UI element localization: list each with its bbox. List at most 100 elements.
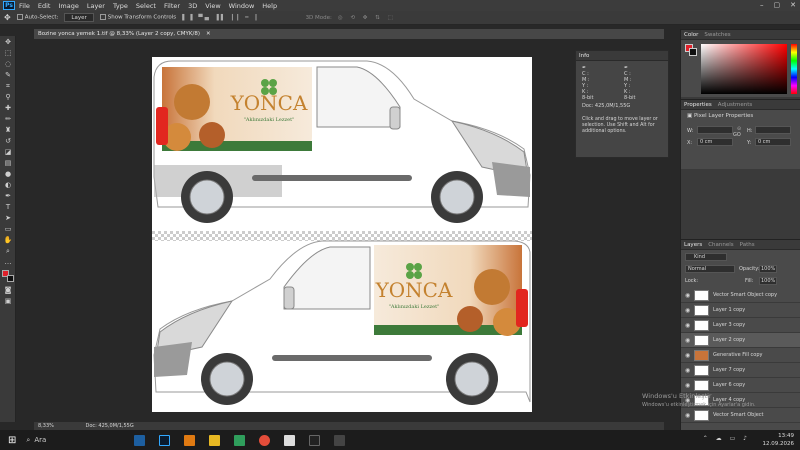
photoshop-taskbar-icon[interactable] <box>159 434 171 446</box>
layer-row[interactable]: ◉ Vector Smart Object copy <box>681 288 800 303</box>
app3-taskbar-icon[interactable] <box>309 434 321 446</box>
eye-icon[interactable]: ◉ <box>685 348 690 363</box>
tab-swatches[interactable]: Swatches <box>704 30 730 39</box>
marquee-tool-icon[interactable]: ⬚ <box>3 49 13 58</box>
eye-icon[interactable]: ◉ <box>685 363 690 378</box>
height-field[interactable] <box>755 126 791 134</box>
shape-tool-icon[interactable]: ▭ <box>3 225 13 234</box>
menu-help[interactable]: Help <box>262 2 277 10</box>
eye-icon[interactable]: ◉ <box>685 333 690 348</box>
auto-select-checkbox[interactable]: Auto-Select: <box>16 14 58 21</box>
taskview-icon[interactable] <box>134 434 146 446</box>
layer-row[interactable]: ◉ Layer 1 copy <box>681 303 800 318</box>
menu-select[interactable]: Select <box>136 2 156 10</box>
layer-row[interactable]: ◉ Generative Fill copy <box>681 348 800 363</box>
bg-color-chip[interactable] <box>689 48 697 56</box>
menu-file[interactable]: File <box>19 2 30 10</box>
eye-icon[interactable]: ◉ <box>685 408 690 423</box>
menu-3d[interactable]: 3D <box>188 2 197 10</box>
align-icons[interactable]: ▌▐ ▀▄ ▐▌ ┃┃ ═ ║ <box>182 15 259 21</box>
show-transform-checkbox[interactable]: Show Transform Controls <box>99 14 176 21</box>
clock-time[interactable]: 13:49 <box>763 432 794 440</box>
menu-image[interactable]: Image <box>58 2 78 10</box>
illustrator-taskbar-icon[interactable] <box>184 434 196 446</box>
type-tool-icon[interactable]: T <box>3 203 13 212</box>
width-field[interactable] <box>697 126 733 134</box>
color-field[interactable] <box>701 44 787 94</box>
crop-tool-icon[interactable]: ⌗ <box>3 82 13 91</box>
gradient-tool-icon[interactable]: ▤ <box>3 159 13 168</box>
background-color-swatch[interactable] <box>7 275 14 282</box>
layer-row[interactable]: ◉ Layer 6 copy <box>681 378 800 393</box>
pen-tool-icon[interactable]: ✒ <box>3 192 13 201</box>
y-field[interactable]: 0 cm <box>755 138 791 146</box>
zoom-tool-icon[interactable]: ⌕ <box>3 247 13 256</box>
move-tool-icon[interactable]: ✥ <box>4 13 11 22</box>
search-icon[interactable]: ⌕ <box>26 436 30 445</box>
zoom-level[interactable]: 8,33% <box>38 423 54 429</box>
file-explorer-icon[interactable] <box>209 434 221 446</box>
close-icon[interactable]: ✕ <box>790 1 796 9</box>
lasso-tool-icon[interactable]: ◌ <box>3 60 13 69</box>
menu-layer[interactable]: Layer <box>87 2 105 10</box>
document-canvas[interactable]: YONCA "Aklınızdaki Lezzet" YONCA "Aklını… <box>152 57 532 412</box>
menu-type[interactable]: Type <box>113 2 128 10</box>
layer-row[interactable]: ◉ Layer 3 copy <box>681 318 800 333</box>
kind-filter[interactable]: Kind <box>685 253 727 261</box>
info-tab[interactable]: Info <box>579 51 589 60</box>
eye-icon[interactable]: ◉ <box>685 303 690 318</box>
tab-properties[interactable]: Properties <box>684 100 712 109</box>
document-tab[interactable]: Bozine yonca yemek 1.tif @ 8,33% (Layer … <box>34 29 664 39</box>
tab-layers[interactable]: Layers <box>684 240 702 249</box>
app2-taskbar-icon[interactable] <box>284 434 296 446</box>
dodge-tool-icon[interactable]: ◐ <box>3 181 13 190</box>
stamp-tool-icon[interactable]: ♜ <box>3 126 13 135</box>
3d-mode-icons[interactable]: ◎ ⟲ ✥ ⇅ ⬚ <box>338 15 396 21</box>
clock-date[interactable]: 12.09.2026 <box>763 440 795 448</box>
app4-taskbar-icon[interactable] <box>334 434 346 446</box>
tab-color[interactable]: Color <box>684 30 698 39</box>
healing-tool-icon[interactable]: ✚ <box>3 104 13 113</box>
minimize-icon[interactable]: – <box>760 1 764 9</box>
more-tools-icon[interactable]: … <box>3 258 13 267</box>
eye-icon[interactable]: ◉ <box>685 288 690 303</box>
path-select-tool-icon[interactable]: ➤ <box>3 214 13 223</box>
opacity-field[interactable]: 100% <box>759 265 777 273</box>
x-field[interactable]: 0 cm <box>697 138 733 146</box>
menu-filter[interactable]: Filter <box>164 2 180 10</box>
maximize-icon[interactable]: ▢ <box>774 1 781 9</box>
eraser-tool-icon[interactable]: ◪ <box>3 148 13 157</box>
system-tray-icons[interactable]: ⌃ ☁ ▭ ♪ <box>703 435 750 442</box>
brush-tool-icon[interactable]: ✏ <box>3 115 13 124</box>
menu-view[interactable]: View <box>205 2 220 10</box>
doc-size[interactable]: Doc: 425,0M/1,55G <box>85 423 133 429</box>
move-tool-icon[interactable]: ✥ <box>3 38 13 47</box>
eyedropper-tool-icon[interactable]: ⚲ <box>3 93 13 102</box>
app-taskbar-icon[interactable] <box>234 434 246 446</box>
layer-row-selected[interactable]: ◉ Layer 2 copy <box>681 333 800 348</box>
taskbar-search[interactable]: Ara <box>34 436 134 444</box>
fill-field[interactable]: 100% <box>759 277 777 285</box>
auto-select-target-dropdown[interactable]: Layer <box>64 13 94 22</box>
hand-tool-icon[interactable]: ✋ <box>3 236 13 245</box>
quick-mask-icon[interactable]: ◙ <box>3 286 13 295</box>
hue-slider[interactable] <box>791 44 797 94</box>
eye-icon[interactable]: ◉ <box>685 318 690 333</box>
blur-tool-icon[interactable]: ● <box>3 170 13 179</box>
close-tab-icon[interactable]: ✕ <box>206 31 211 37</box>
windows-start-icon[interactable]: ⊞ <box>8 435 16 446</box>
blend-mode-select[interactable]: Normal <box>685 265 735 273</box>
chrome-icon[interactable] <box>259 434 271 446</box>
layer-row[interactable]: ◉ Vector Smart Object <box>681 408 800 423</box>
menu-window[interactable]: Window <box>229 2 255 10</box>
eye-icon[interactable]: ◉ <box>685 378 690 393</box>
tab-adjustments[interactable]: Adjustments <box>718 100 752 109</box>
go-button[interactable]: GO <box>733 132 741 138</box>
layer-row[interactable]: ◉ Layer 7 copy <box>681 363 800 378</box>
tab-channels[interactable]: Channels <box>708 240 733 249</box>
history-brush-icon[interactable]: ↺ <box>3 137 13 146</box>
screen-mode-icon[interactable]: ▣ <box>3 297 13 306</box>
tab-paths[interactable]: Paths <box>740 240 755 249</box>
menu-edit[interactable]: Edit <box>38 2 51 10</box>
quick-select-tool-icon[interactable]: ✎ <box>3 71 13 80</box>
